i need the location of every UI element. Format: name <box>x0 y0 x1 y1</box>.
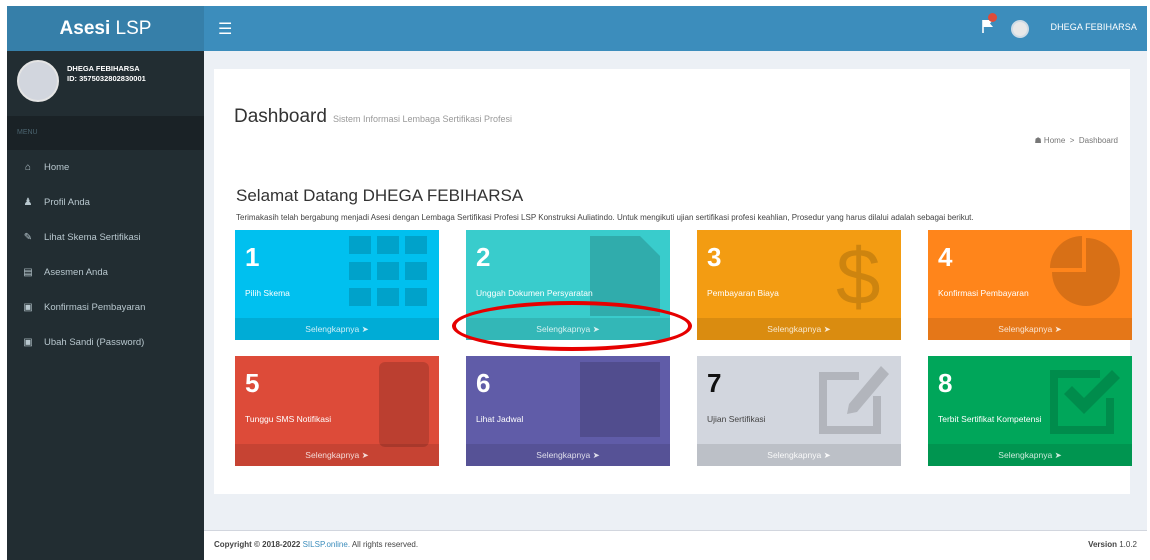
notification-badge <box>988 13 997 22</box>
home-icon: ☗ <box>1034 136 1042 145</box>
sidebar-item-password[interactable]: ▣ Ubah Sandi (Password) <box>7 325 204 360</box>
step-number: 5 <box>245 368 260 398</box>
avatar <box>17 60 59 102</box>
svg-text:$: $ <box>836 236 881 316</box>
app-frame: Asesi LSP ☰ DHEGA FEBIHARSA DHEGA FEBIHA… <box>7 6 1147 560</box>
more-info-link[interactable]: Selengkapnya ➤ <box>697 318 901 340</box>
sidebar-item-profil[interactable]: ♟ Profil Anda <box>7 185 204 220</box>
sidebar-item-skema[interactable]: ✎ Lihat Skema Sertifikasi <box>7 220 204 255</box>
more-info-link[interactable]: Selengkapnya ➤ <box>928 444 1132 466</box>
step-label: Pembayaran Biaya <box>707 288 779 298</box>
step-number: 8 <box>938 368 953 398</box>
version-text: Version 1.0.2 <box>1088 540 1137 549</box>
arrow-circle-right-icon: ➤ <box>823 450 831 460</box>
lock-icon: ▣ <box>23 337 33 348</box>
edit-icon: ✎ <box>23 232 33 243</box>
sidebar: DHEGA FEBIHARSA ID: 3575032802830001 MEN… <box>7 51 204 560</box>
breadcrumb: ☗ Home > Dashboard <box>1034 136 1118 145</box>
arrow-circle-right-icon: ➤ <box>592 450 600 460</box>
pie-chart-icon <box>1050 236 1120 306</box>
file-icon: ▤ <box>23 267 33 278</box>
step-number: 4 <box>938 242 953 272</box>
page-title: Dashboard Sistem Informasi Lembaga Sertif… <box>234 106 513 127</box>
step-number: 2 <box>476 242 491 272</box>
more-info-link[interactable]: Selengkapnya ➤ <box>235 318 439 340</box>
top-navbar: ☰ DHEGA FEBIHARSA <box>204 6 1147 51</box>
step-number: 7 <box>707 368 722 398</box>
step-number: 6 <box>476 368 491 398</box>
sidebar-user-name: DHEGA FEBIHARSA <box>67 64 140 73</box>
step-tile-konfirmasi: 4 Konfirmasi Pembayaran Selengkapnya ➤ <box>928 230 1132 340</box>
dollar-icon: $ <box>836 236 881 316</box>
step-tile-terbit-sertifikat: 8 Terbit Sertifikat Kompetensi Selengkap… <box>928 356 1132 466</box>
welcome-heading: Selamat Datang DHEGA FEBIHARSA <box>236 186 524 205</box>
sidebar-item-label: Lihat Skema Sertifikasi <box>44 232 141 243</box>
arrow-circle-right-icon: ➤ <box>1054 324 1062 334</box>
card-icon: ▣ <box>23 302 33 313</box>
step-label: Pilih Skema <box>245 288 290 298</box>
highlight-annotation <box>452 301 692 351</box>
step-label: Ujian Sertifikasi <box>707 414 766 424</box>
edit-icon <box>819 366 889 434</box>
copyright-text: Copyright © 2018-2022 SILSP.online. All … <box>214 540 419 549</box>
sidebar-item-label: Asesmen Anda <box>44 267 108 278</box>
breadcrumb-home-link[interactable]: Home <box>1044 136 1065 145</box>
check-square-icon <box>1050 370 1120 434</box>
sidebar-user-id: ID: 3575032802830001 <box>67 74 146 83</box>
more-info-link[interactable]: Selengkapnya ➤ <box>697 444 901 466</box>
step-number: 1 <box>245 242 260 272</box>
step-tile-sms-notifikasi: 5 Tunggu SMS Notifikasi Selengkapnya ➤ <box>235 356 439 466</box>
more-info-link[interactable]: Selengkapnya ➤ <box>235 444 439 466</box>
sidebar-item-label: Home <box>44 162 70 173</box>
home-icon: ⌂ <box>24 162 32 173</box>
mobile-phone-icon <box>379 362 429 447</box>
app-logo[interactable]: Asesi LSP <box>7 6 204 51</box>
step-tile-lihat-jadwal: 6 Lihat Jadwal Selengkapnya ➤ <box>466 356 670 466</box>
calendar-icon <box>580 362 660 437</box>
user-icon: ♟ <box>23 197 33 208</box>
more-info-link[interactable]: Selengkapnya ➤ <box>928 318 1132 340</box>
sidebar-item-home[interactable]: ⌂ Home <box>7 150 204 185</box>
sidebar-item-konfirmasi[interactable]: ▣ Konfirmasi Pembayaran <box>7 290 204 325</box>
welcome-description: Terimakasih telah bergabung menjadi Ases… <box>236 213 974 222</box>
step-label: Konfirmasi Pembayaran <box>938 288 1029 298</box>
sidebar-section-header: MENU <box>7 116 204 150</box>
more-info-link[interactable]: Selengkapnya ➤ <box>466 444 670 466</box>
grid-icon <box>349 236 427 306</box>
step-number: 3 <box>707 242 722 272</box>
step-label: Tunggu SMS Notifikasi <box>245 414 332 424</box>
avatar[interactable] <box>1011 20 1029 38</box>
dashboard-content: Dashboard Sistem Informasi Lembaga Sertif… <box>214 69 1132 494</box>
arrow-circle-right-icon: ➤ <box>823 324 831 334</box>
arrow-circle-right-icon: ➤ <box>361 324 369 334</box>
sidebar-item-asesmen[interactable]: ▤ Asesmen Anda <box>7 255 204 290</box>
user-panel: DHEGA FEBIHARSA ID: 3575032802830001 <box>7 51 204 116</box>
page-subtitle: Sistem Informasi Lembaga Sertifikasi Pro… <box>332 114 513 124</box>
header-user-name[interactable]: DHEGA FEBIHARSA <box>1050 22 1137 32</box>
sidebar-item-label: Profil Anda <box>44 197 90 208</box>
arrow-circle-right-icon: ➤ <box>361 450 369 460</box>
step-label: Lihat Jadwal <box>476 414 524 424</box>
sidebar-item-label: Ubah Sandi (Password) <box>44 337 145 348</box>
footer: Copyright © 2018-2022 SILSP.online. All … <box>204 530 1147 560</box>
breadcrumb-current: Dashboard <box>1078 136 1118 145</box>
arrow-circle-right-icon: ➤ <box>1054 450 1062 460</box>
sidebar-item-label: Konfirmasi Pembayaran <box>44 302 146 313</box>
step-label: Unggah Dokumen Persyaratan <box>476 288 593 298</box>
site-link[interactable]: SILSP.online. <box>303 540 350 549</box>
hamburger-icon[interactable]: ☰ <box>218 19 232 39</box>
step-tile-pilih-skema: 1 Pilih Skema Selengkapnya ➤ <box>235 230 439 340</box>
step-tile-ujian-sertifikasi: 7 Ujian Sertifikasi Selengkapnya ➤ <box>697 356 901 466</box>
step-label: Terbit Sertifikat Kompetensi <box>938 414 1042 424</box>
step-tile-pembayaran: $ 3 Pembayaran Biaya Selengkapnya ➤ <box>697 230 901 340</box>
